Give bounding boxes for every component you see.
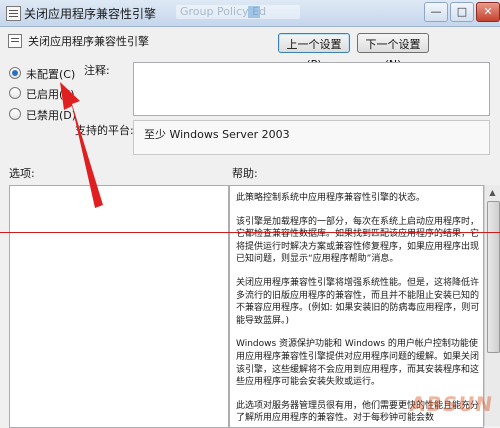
annotation-arrow-icon (60, 82, 103, 208)
watermark-logo: ABSUN (408, 392, 495, 416)
